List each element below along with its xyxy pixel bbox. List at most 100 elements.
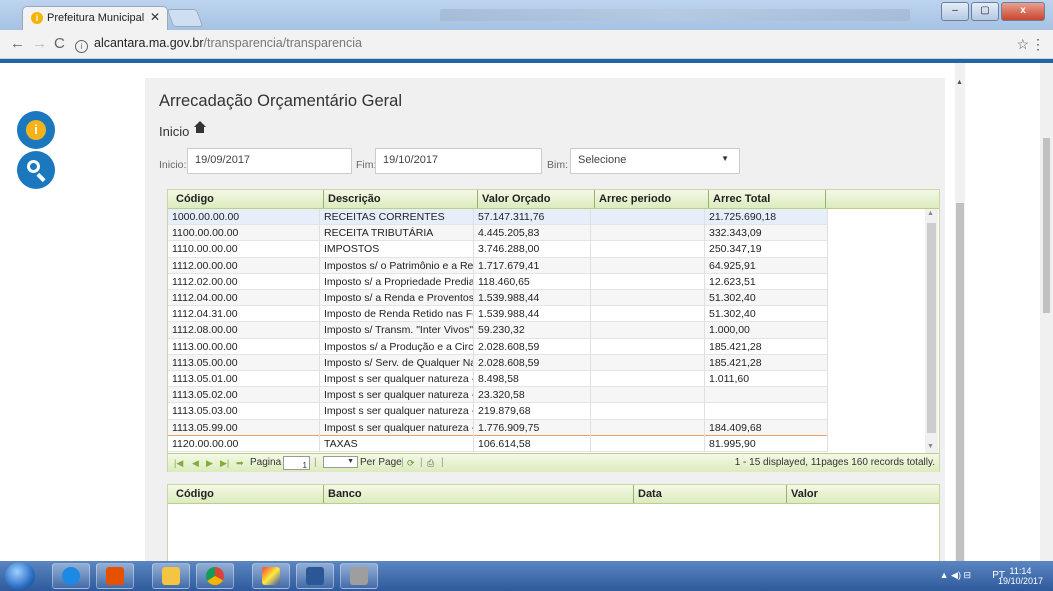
- new-tab-button[interactable]: [166, 9, 204, 27]
- taskbar-explorer-button[interactable]: [152, 563, 190, 589]
- table-cell: 8.498,58: [474, 371, 591, 387]
- taskbar-word-button[interactable]: [296, 563, 334, 589]
- start-button[interactable]: [5, 562, 35, 590]
- col-descricao[interactable]: Descrição: [324, 190, 478, 208]
- page-scrollbar[interactable]: ▲: [955, 63, 965, 563]
- col-data[interactable]: Data: [634, 485, 787, 503]
- table-cell: [591, 241, 705, 258]
- url-input[interactable]: i alcantara.ma.gov.br/transparencia/trans…: [75, 33, 1015, 53]
- bookmark-star-icon[interactable]: ☆: [1016, 36, 1029, 53]
- grid-scroll-thumb[interactable]: [927, 223, 936, 433]
- taskbar-calculator-button[interactable]: [340, 563, 378, 589]
- receitas-grid: Código Descrição Valor Orçado Arrec peri…: [167, 189, 940, 472]
- table-cell: 332.343,09: [705, 225, 828, 242]
- reload-icon[interactable]: C: [54, 35, 65, 52]
- page-title: Arrecadação Orçamentário Geral: [159, 92, 403, 110]
- table-row[interactable]: 1112.02.00.00 Imposto s/ a Propriedade Pr…: [168, 273, 828, 290]
- forward-icon[interactable]: →: [32, 35, 47, 52]
- table-row[interactable]: 1112.00.00.00 Impostos s/ o Patrimônio e …: [168, 257, 828, 274]
- page-number-input[interactable]: 1: [283, 456, 310, 470]
- table-row[interactable]: 1113.05.01.00 Impost s ser qualquer natur…: [168, 371, 828, 388]
- prev-page-icon[interactable]: ◀: [192, 454, 199, 472]
- taskbar-ie-button[interactable]: [52, 563, 90, 589]
- table-row[interactable]: 1113.05.02.00 Impost s ser qualquer natur…: [168, 387, 828, 404]
- grid-pager: |◀ ◀ ▶ ▶| ➡ Pagina 1 | ▼ Per Page | ⟳ | …: [168, 453, 939, 472]
- last-page-icon[interactable]: ▶|: [220, 454, 229, 472]
- table-cell: 1113.05.01.00: [168, 371, 320, 387]
- table-cell: 51.302,40: [705, 290, 828, 306]
- table-row[interactable]: 1112.04.00.00 Imposto s/ a Renda e Proven…: [168, 290, 828, 307]
- table-cell: 51.302,40: [705, 306, 828, 323]
- clock-date: 19/10/2017: [997, 576, 1043, 586]
- table-cell: 184.409,68: [705, 419, 828, 436]
- table-cell: [591, 338, 705, 355]
- back-icon[interactable]: ←: [10, 35, 25, 52]
- table-cell: IMPOSTOS: [320, 241, 474, 258]
- col-codigo-2[interactable]: Código: [172, 485, 324, 503]
- search-side-button[interactable]: [17, 151, 55, 189]
- per-page-select[interactable]: ▼: [323, 456, 358, 468]
- table-cell: Impost s ser qualquer natureza - F...: [320, 371, 474, 387]
- window-scrollbar[interactable]: [1040, 63, 1053, 561]
- col-banco[interactable]: Banco: [324, 485, 634, 503]
- table-row[interactable]: 1110.00.00.00 IMPOSTOS 3.746.288,00 250.347…: [168, 241, 828, 258]
- table-row[interactable]: 1112.08.00.00 Imposto s/ Transm. "Inter V…: [168, 322, 828, 339]
- taskbar-outlook-button[interactable]: [96, 563, 134, 589]
- print-icon[interactable]: ⎙: [427, 454, 434, 472]
- browser-tab[interactable]: i Prefeitura Municipal de A ✕: [22, 6, 168, 30]
- menu-kebab-icon[interactable]: ⋮: [1031, 36, 1045, 53]
- page-scroll-thumb[interactable]: [956, 203, 964, 563]
- table-cell: Imposto s/ Transm. "Inter Vivos" d...: [320, 322, 474, 339]
- go-arrow-icon[interactable]: ➡: [236, 454, 244, 472]
- first-page-icon[interactable]: |◀: [174, 454, 183, 472]
- bim-select[interactable]: Selecione ▼: [570, 148, 740, 174]
- table-cell: 219.879,68: [474, 403, 591, 420]
- pager-separator: |: [420, 457, 423, 468]
- table-cell: [591, 419, 705, 436]
- col-arrec-total[interactable]: Arrec Total: [709, 190, 826, 208]
- page-scroll-up-icon[interactable]: ▲: [956, 79, 963, 86]
- fim-date-input[interactable]: 19/10/2017: [375, 148, 542, 174]
- table-row[interactable]: 1113.05.99.00 Impost s ser qualquer natur…: [168, 419, 828, 436]
- taskbar-paint-button[interactable]: [252, 563, 290, 589]
- col-arrec-periodo[interactable]: Arrec periodo: [595, 190, 709, 208]
- table-row[interactable]: 1113.05.00.00 Imposto s/ Serv. de Qualque…: [168, 354, 828, 371]
- grid-scrollbar[interactable]: ▲ ▼: [925, 209, 938, 453]
- window-scroll-thumb[interactable]: [1043, 138, 1050, 313]
- scroll-up-icon[interactable]: ▲: [927, 210, 934, 217]
- taskbar-clock[interactable]: 11:14 19/10/2017: [998, 566, 1043, 586]
- table-row[interactable]: 1113.05.03.00 Impost s ser qualquer natur…: [168, 403, 828, 420]
- table-cell: 4.445.205,83: [474, 225, 591, 242]
- table-row[interactable]: 1120.00.00.00 TAXAS 106.614,58 81.995,90: [168, 435, 828, 452]
- col-valor[interactable]: Valor: [787, 485, 937, 503]
- tab-close-icon[interactable]: ✕: [150, 10, 160, 24]
- table-cell: Imposto s/ a Propriedade Predial ...: [320, 273, 474, 290]
- next-page-icon[interactable]: ▶: [206, 454, 213, 472]
- table-cell: 250.347,19: [705, 241, 828, 258]
- table-row[interactable]: 1112.04.31.00 Imposto de Renda Retido nas…: [168, 306, 828, 323]
- page-info-icon[interactable]: i: [75, 40, 88, 53]
- inicio-date-input[interactable]: 19/09/2017: [187, 148, 352, 174]
- table-row[interactable]: 1113.00.00.00 Impostos s/ a Produção e a …: [168, 338, 828, 355]
- scroll-down-icon[interactable]: ▼: [927, 443, 934, 450]
- close-window-button[interactable]: x: [1001, 2, 1045, 21]
- table-cell: 1113.05.00.00: [168, 354, 320, 371]
- restore-button[interactable]: ▢: [971, 2, 999, 21]
- table-row[interactable]: 1000.00.00.00 RECEITAS CORRENTES 57.147.31…: [168, 209, 828, 226]
- minimize-button[interactable]: –: [941, 2, 969, 21]
- calculator-icon: [350, 567, 368, 585]
- table-cell: 59.230,32: [474, 322, 591, 339]
- tray-icons[interactable]: ▲ ◀) ⊟: [940, 570, 971, 581]
- breadcrumb[interactable]: Inicio: [159, 121, 207, 139]
- table-row[interactable]: 1100.00.00.00 RECEITA TRIBUTÁRIA 4.445.205…: [168, 225, 828, 242]
- chevron-down-icon: ▼: [721, 154, 729, 163]
- info-side-button[interactable]: i: [17, 111, 55, 149]
- table-cell: 21.725.690,18: [705, 209, 828, 225]
- col-valor-orcado[interactable]: Valor Orçado: [478, 190, 595, 208]
- col-codigo[interactable]: Código: [172, 190, 324, 208]
- table-cell: [705, 387, 828, 404]
- table-cell: [591, 209, 705, 225]
- refresh-icon[interactable]: ⟳: [407, 454, 415, 472]
- table-cell: [591, 387, 705, 404]
- taskbar-chrome-button[interactable]: [196, 563, 234, 589]
